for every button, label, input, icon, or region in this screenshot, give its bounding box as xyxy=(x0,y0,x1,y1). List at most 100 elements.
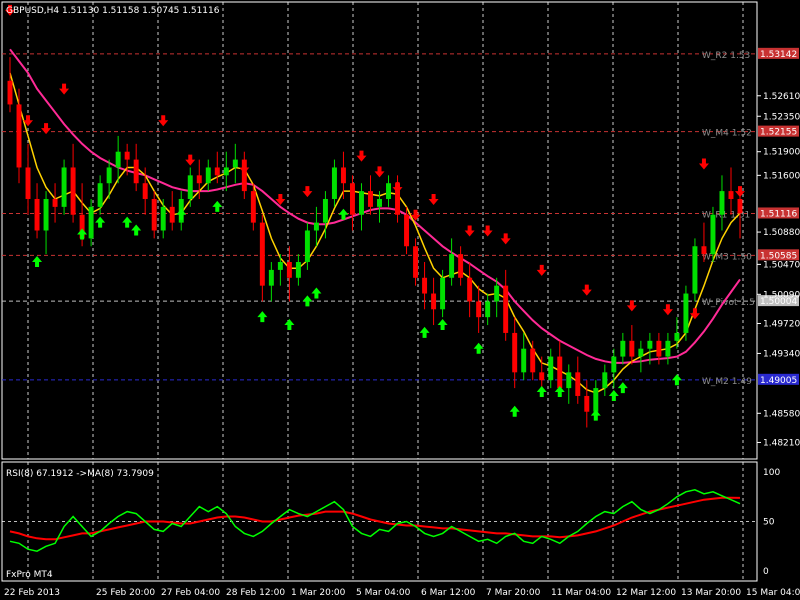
candle-body xyxy=(97,183,103,207)
rsi-title: RSI(8) 67.1912 ->MA(8) 73.7909 xyxy=(6,469,154,479)
red-down-arrow-icon xyxy=(158,115,169,127)
green-up-arrow-icon xyxy=(284,319,295,331)
candle-body xyxy=(61,167,67,207)
green-up-arrow-icon xyxy=(671,374,682,386)
candle-body xyxy=(142,183,148,199)
candle-body xyxy=(719,191,725,215)
candle-body xyxy=(638,348,644,357)
green-up-arrow-icon xyxy=(95,216,106,228)
green-up-arrow-icon xyxy=(32,256,43,268)
candle-body xyxy=(43,198,49,231)
red-down-arrow-icon xyxy=(41,123,52,135)
red-down-arrow-icon xyxy=(356,150,367,162)
candle-body xyxy=(566,372,572,389)
green-up-arrow-icon xyxy=(257,311,268,323)
x-tick-label: 13 Mar 20:00 xyxy=(681,588,741,598)
candlestick-chart[interactable]: W_R2 1.53 W_M4 1.52 W_R1 1.51 W_M3 1.50 W_Pi… xyxy=(0,0,800,600)
pivot-label: W_M2 1.49 xyxy=(702,377,752,387)
y-tick-label: 1.51900 xyxy=(763,148,800,158)
candle-body xyxy=(313,222,319,231)
candle-body xyxy=(683,293,689,333)
candle-body xyxy=(674,332,680,341)
candle-body xyxy=(665,340,671,357)
green-up-arrow-icon xyxy=(131,224,142,236)
candle-body xyxy=(575,372,581,396)
candle-body xyxy=(106,167,112,184)
candle-body xyxy=(214,167,220,176)
candle-body xyxy=(34,198,40,231)
green-up-arrow-icon xyxy=(212,200,223,212)
red-down-arrow-icon xyxy=(500,233,511,245)
candle-body xyxy=(602,372,608,389)
candle-body xyxy=(449,254,455,278)
candle-body xyxy=(88,206,94,239)
pivot-label: W_R2 1.53 xyxy=(702,51,750,61)
red-down-arrow-icon xyxy=(662,304,673,316)
green-up-arrow-icon xyxy=(122,216,133,228)
candle-body xyxy=(701,246,707,255)
chart-title: GBPUSD,H4 1.51130 1.51158 1.50745 1.5111… xyxy=(6,6,220,16)
x-tick-label: 15 Mar 04:00 xyxy=(746,588,800,598)
red-down-arrow-icon xyxy=(302,186,313,198)
candle-body xyxy=(196,175,202,184)
candle-body xyxy=(548,356,554,381)
pivot-label: W_Pivot 1.5 xyxy=(702,298,755,308)
candle-body xyxy=(494,285,500,302)
main-plot-frame xyxy=(1,1,758,460)
green-up-arrow-icon xyxy=(590,409,601,421)
candle-body xyxy=(620,340,626,357)
candle-body xyxy=(7,80,13,105)
candle-body xyxy=(205,167,211,184)
candle-body xyxy=(503,285,509,333)
y-tick-label: 1.48210 xyxy=(763,438,800,448)
candle-body xyxy=(377,198,382,207)
green-up-arrow-icon xyxy=(509,405,520,417)
broker-label: FxPro MT4 xyxy=(6,570,53,580)
candle-body xyxy=(259,222,265,286)
ma-slow-line xyxy=(9,48,741,364)
candle-body xyxy=(124,151,130,160)
candle-body xyxy=(322,198,328,223)
candle-body xyxy=(349,183,355,215)
candle-body xyxy=(133,159,139,184)
candle-body xyxy=(413,246,419,278)
price-tag-label: 1.51116 xyxy=(760,209,797,219)
y-tick-label: 1.50880 xyxy=(763,228,800,238)
candle-body xyxy=(286,262,292,278)
candle-body xyxy=(629,340,635,357)
pivot-label: W_R1 1.51 xyxy=(702,210,750,220)
candle-body xyxy=(656,340,662,357)
green-up-arrow-icon xyxy=(419,326,430,338)
candle-body xyxy=(440,277,446,310)
candle-body xyxy=(404,214,410,247)
y-tick-label: 1.49340 xyxy=(763,349,800,359)
candle-body xyxy=(250,191,256,223)
green-up-arrow-icon xyxy=(608,389,619,401)
x-tick-label: 5 Mar 04:00 xyxy=(356,588,411,598)
candle-body xyxy=(422,277,428,294)
green-up-arrow-icon xyxy=(311,287,322,299)
candle-body xyxy=(467,277,473,302)
candle-body xyxy=(593,388,599,412)
x-tick-label: 7 Mar 20:00 xyxy=(486,588,541,598)
green-up-arrow-icon xyxy=(473,342,484,354)
red-down-arrow-icon xyxy=(581,284,592,296)
candle-body xyxy=(539,372,545,381)
x-tick-label: 12 Mar 12:00 xyxy=(616,588,676,598)
red-down-arrow-icon xyxy=(185,154,196,166)
candle-body xyxy=(737,198,743,214)
red-down-arrow-icon xyxy=(735,186,745,198)
candle-body xyxy=(151,198,157,231)
candle-body xyxy=(340,167,346,184)
green-up-arrow-icon xyxy=(554,386,565,398)
x-tick-label: 6 Mar 12:00 xyxy=(421,588,476,598)
red-down-arrow-icon xyxy=(392,182,403,194)
green-up-arrow-icon xyxy=(536,386,547,398)
red-down-arrow-icon xyxy=(374,166,385,178)
candle-body xyxy=(52,198,58,207)
candle-body xyxy=(647,340,653,349)
rsi-y-tick-label: 0 xyxy=(763,567,769,577)
y-tick-label: 1.51600 xyxy=(763,171,800,181)
candle-body xyxy=(584,395,590,412)
price-tag-label: 1.52155 xyxy=(760,128,797,138)
